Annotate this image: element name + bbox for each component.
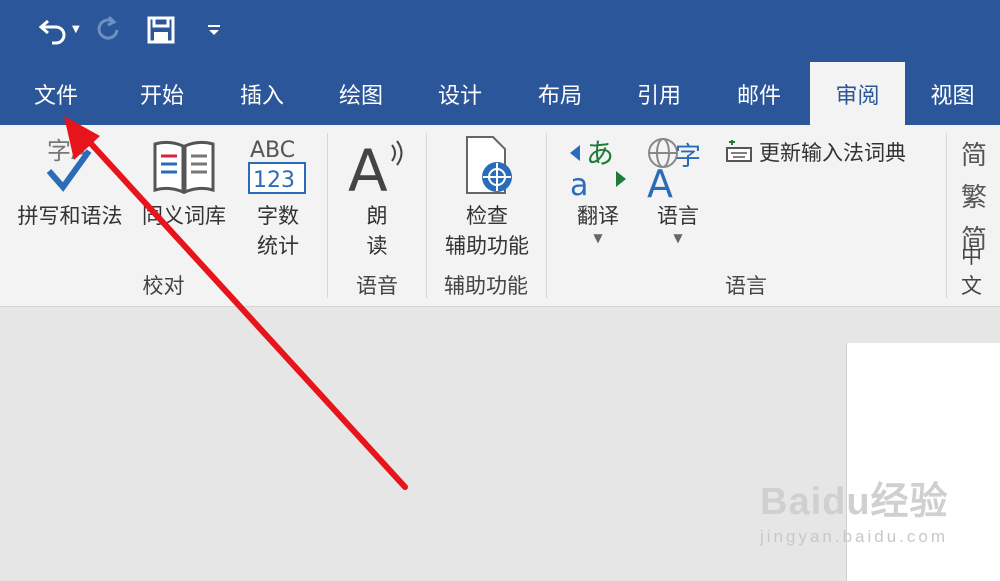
svg-text:字: 字 <box>675 142 701 172</box>
group-proofing: 字A 拼写和语法 同义词库 ABC 123 字数 统计 校对 <box>0 125 327 306</box>
undo-icon <box>38 19 66 45</box>
title-bar: ▼ 文件 开始 插入 绘图 设计 布局 引用 邮件 审阅 视图 <box>0 0 1000 125</box>
group-label-accessibility: 辅助功能 <box>444 274 528 298</box>
simp-to-trad-label: 繁 <box>961 183 988 213</box>
group-label-language: 语言 <box>725 274 767 298</box>
svg-text:A: A <box>647 162 673 199</box>
keyboard-icon <box>726 140 752 162</box>
trad-to-simp-button[interactable]: 简 <box>961 135 987 172</box>
group-language: あ a 翻译 ▼ 字 A 语言 ▼ 更新输入法词典 语言 <box>547 125 945 306</box>
tab-design[interactable]: 设计 <box>410 62 510 125</box>
update-ime-dictionary-button[interactable]: 更新输入法词典 <box>725 137 906 167</box>
customize-qat-icon <box>207 25 220 35</box>
svg-text:ABC: ABC <box>250 138 295 163</box>
tab-references[interactable]: 引用 <box>610 62 708 125</box>
translate-dropdown-icon[interactable]: ▼ <box>593 231 602 245</box>
group-accessibility: 检查 辅助功能 辅助功能 <box>427 125 545 306</box>
language-label: 语言 <box>657 204 699 228</box>
spelling-grammar-button[interactable]: 字A 拼写和语法 <box>8 131 132 231</box>
group-chinese-conversion: 简 繁 简 中文 <box>947 125 1000 306</box>
check-accessibility-button[interactable]: 检查 辅助功能 <box>431 131 543 261</box>
tab-draw[interactable]: 绘图 <box>312 62 410 125</box>
book-icon <box>153 140 215 195</box>
group-label-chinese: 中文 <box>961 244 982 298</box>
svg-text:あ: あ <box>586 137 614 170</box>
svg-text:A: A <box>348 137 388 199</box>
save-icon <box>147 16 175 44</box>
update-ime-dictionary-label: 更新输入法词典 <box>759 141 906 165</box>
language-icon: 字 A <box>647 138 701 199</box>
word-count-icon: ABC 123 <box>248 138 306 194</box>
watermark: Baidu经验 jingyan.baidu.com <box>760 470 949 547</box>
redo-icon <box>97 15 119 40</box>
tab-insert[interactable]: 插入 <box>212 62 312 125</box>
ribbon: 字A 拼写和语法 同义词库 ABC 123 字数 统计 校对 A 朗 读 语音 … <box>0 125 1000 307</box>
check-accessibility-label: 检查 辅助功能 <box>445 204 529 258</box>
tab-layout[interactable]: 布局 <box>510 62 610 125</box>
save-button[interactable] <box>146 12 176 48</box>
undo-dropdown-icon[interactable]: ▼ <box>72 23 80 37</box>
language-dropdown-icon[interactable]: ▼ <box>673 231 682 245</box>
group-label-speech: 语音 <box>356 274 398 298</box>
read-aloud-icon: A <box>348 137 403 199</box>
thesaurus-button[interactable]: 同义词库 <box>134 131 234 231</box>
group-speech: A 朗 读 语音 <box>328 125 426 306</box>
spelling-check-icon: 字A <box>46 137 92 192</box>
quick-access-toolbar: ▼ <box>38 10 222 50</box>
simp-to-trad-button[interactable]: 繁 <box>961 177 987 214</box>
word-count-button[interactable]: ABC 123 字数 统计 <box>238 131 318 261</box>
language-button[interactable]: 字 A 语言 ▼ <box>641 131 715 245</box>
tab-review[interactable]: 审阅 <box>810 62 905 125</box>
thesaurus-label: 同义词库 <box>142 204 226 228</box>
translate-icon: あ a <box>570 137 626 199</box>
watermark-url: jingyan.baidu.com <box>760 527 949 546</box>
group-label-proofing: 校对 <box>142 274 185 298</box>
tab-mailings[interactable]: 邮件 <box>708 62 810 125</box>
word-count-label: 字数 统计 <box>257 204 299 258</box>
watermark-brand: Baidu经验 <box>760 481 949 523</box>
customize-qat-button[interactable] <box>206 12 222 48</box>
svg-text:a: a <box>570 168 588 199</box>
tab-file[interactable]: 文件 <box>0 62 112 125</box>
read-aloud-button[interactable]: A 朗 读 <box>338 131 416 261</box>
translate-label: 翻译 <box>577 204 619 228</box>
translate-button[interactable]: あ a 翻译 ▼ <box>561 131 635 245</box>
undo-button[interactable]: ▼ <box>38 12 80 48</box>
tab-view[interactable]: 视图 <box>905 62 1000 125</box>
tab-home[interactable]: 开始 <box>112 62 212 125</box>
svg-text:123: 123 <box>253 168 295 193</box>
trad-to-simp-label: 简 <box>961 141 988 171</box>
read-aloud-label: 朗 读 <box>366 204 388 258</box>
spelling-grammar-label: 拼写和语法 <box>17 204 123 228</box>
redo-button[interactable] <box>94 12 122 48</box>
ribbon-tabs: 文件 开始 插入 绘图 设计 布局 引用 邮件 审阅 视图 <box>0 62 1000 125</box>
accessibility-check-icon <box>466 136 512 194</box>
